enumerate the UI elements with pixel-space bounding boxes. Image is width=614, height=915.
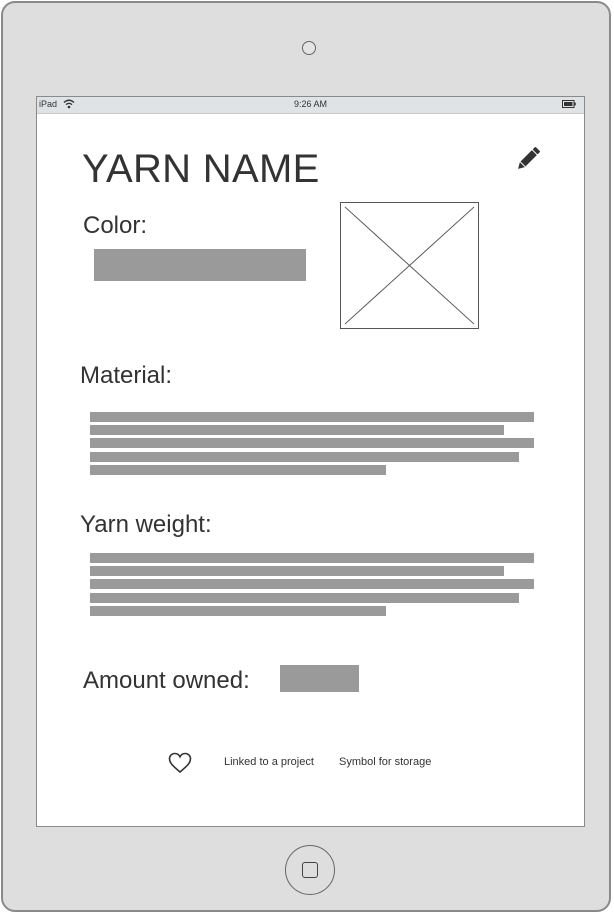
heart-icon[interactable] — [168, 752, 192, 774]
screen: iPad 9:26 AM YARN NAME Color: Material: … — [36, 96, 585, 827]
yarn-image-placeholder[interactable] — [340, 202, 479, 329]
status-bar: iPad 9:26 AM — [37, 97, 584, 114]
status-time: 9:26 AM — [293, 99, 328, 109]
home-button[interactable] — [285, 845, 335, 895]
ipad-frame: iPad 9:26 AM YARN NAME Color: Material: … — [1, 1, 611, 912]
text-line — [90, 412, 534, 422]
yarn-name-title: YARN NAME — [82, 147, 320, 191]
pencil-icon[interactable] — [513, 144, 543, 174]
yarn-weight-label: Yarn weight: — [80, 511, 212, 538]
text-line — [90, 425, 504, 436]
material-label: Material: — [80, 362, 173, 389]
text-line — [90, 464, 386, 475]
yarn-weight-text-placeholder — [90, 553, 534, 619]
color-label: Color: — [83, 212, 148, 239]
material-text-placeholder — [90, 412, 534, 478]
text-line — [90, 579, 534, 590]
text-line — [90, 553, 534, 563]
text-line — [90, 605, 386, 616]
amount-owned-placeholder[interactable] — [280, 665, 359, 692]
storage-symbol-label[interactable]: Symbol for storage — [339, 756, 431, 768]
home-square-icon — [302, 862, 318, 878]
text-line — [90, 566, 504, 577]
text-line — [90, 451, 519, 462]
color-value-placeholder[interactable] — [94, 249, 306, 281]
image-placeholder-icon — [344, 206, 475, 325]
amount-owned-label: Amount owned: — [83, 667, 250, 694]
camera-icon — [302, 41, 316, 55]
text-line — [90, 592, 519, 603]
battery-icon — [562, 100, 576, 108]
text-line — [90, 438, 534, 449]
linked-to-project-label[interactable]: Linked to a project — [224, 756, 314, 768]
